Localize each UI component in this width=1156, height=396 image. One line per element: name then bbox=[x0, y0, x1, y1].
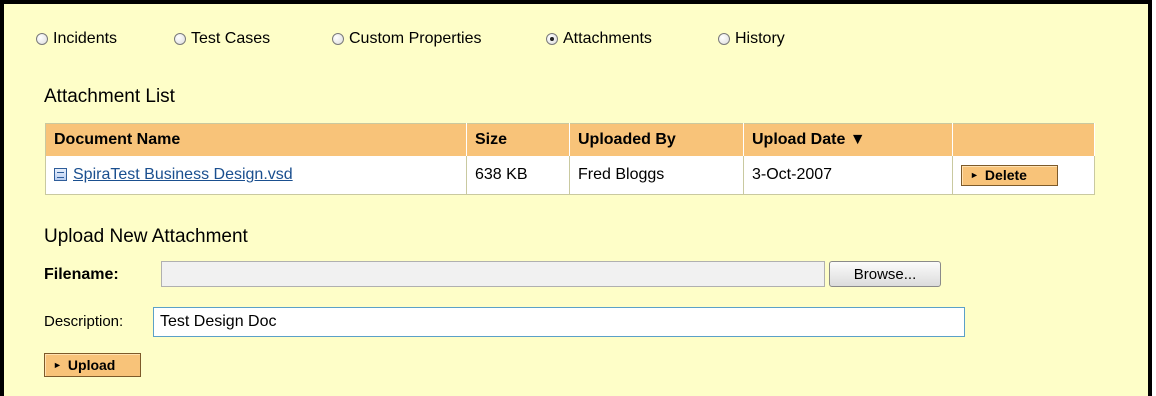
browse-button[interactable]: Browse... bbox=[829, 261, 941, 287]
delete-button[interactable]: ► Delete bbox=[961, 164, 1058, 186]
attachments-panel: Incidents Test Cases Custom Properties A… bbox=[0, 0, 1152, 396]
radio-test-cases[interactable] bbox=[174, 33, 186, 45]
visio-document-icon bbox=[54, 168, 67, 181]
tab-custom-properties[interactable]: Custom Properties bbox=[332, 30, 482, 48]
tab-history[interactable]: History bbox=[718, 30, 785, 48]
cell-document-name: SpiraTest Business Design.vsd bbox=[45, 156, 467, 195]
table-row: SpiraTest Business Design.vsd 638 KB Fre… bbox=[45, 156, 1095, 195]
column-upload-date[interactable]: Upload Date ▼ bbox=[743, 123, 953, 156]
tab-history-label: History bbox=[735, 30, 785, 47]
cell-uploaded-by: Fred Bloggs bbox=[569, 156, 744, 195]
tab-test-cases[interactable]: Test Cases bbox=[174, 30, 270, 48]
column-size[interactable]: Size bbox=[466, 123, 570, 156]
cell-size: 638 KB bbox=[466, 156, 570, 195]
tab-test-cases-label: Test Cases bbox=[191, 30, 271, 47]
tab-incidents[interactable]: Incidents bbox=[36, 30, 117, 48]
tab-incidents-label: Incidents bbox=[53, 30, 118, 47]
radio-history[interactable] bbox=[718, 33, 730, 45]
upload-title: Upload New Attachment bbox=[44, 226, 248, 247]
attachment-table: Document Name Size Uploaded By Upload Da… bbox=[45, 123, 1095, 195]
attachment-list-title: Attachment List bbox=[44, 86, 175, 107]
tab-attachments-label: Attachments bbox=[563, 30, 652, 47]
cell-actions: ► Delete bbox=[952, 156, 1095, 195]
triangle-right-icon: ► bbox=[970, 170, 979, 180]
tab-custom-properties-label: Custom Properties bbox=[349, 30, 482, 47]
triangle-right-icon: ► bbox=[53, 360, 62, 370]
radio-attachments[interactable] bbox=[546, 33, 558, 45]
table-header-row: Document Name Size Uploaded By Upload Da… bbox=[45, 123, 1095, 156]
upload-button-label: Upload bbox=[67, 357, 116, 373]
column-document-name[interactable]: Document Name bbox=[45, 123, 467, 156]
delete-button-label: Delete bbox=[984, 167, 1027, 183]
column-actions bbox=[952, 123, 1095, 156]
upload-button[interactable]: ► Upload bbox=[44, 353, 141, 377]
description-label: Description: bbox=[44, 313, 124, 330]
radio-custom-properties[interactable] bbox=[332, 33, 344, 45]
cell-upload-date: 3-Oct-2007 bbox=[743, 156, 953, 195]
description-input[interactable]: Test Design Doc bbox=[153, 307, 965, 337]
tab-attachments[interactable]: Attachments bbox=[546, 30, 652, 48]
radio-incidents[interactable] bbox=[36, 33, 48, 45]
document-link[interactable]: SpiraTest Business Design.vsd bbox=[73, 166, 293, 183]
filename-label: Filename: bbox=[44, 266, 119, 283]
column-uploaded-by[interactable]: Uploaded By bbox=[569, 123, 744, 156]
filename-input[interactable] bbox=[161, 261, 825, 287]
